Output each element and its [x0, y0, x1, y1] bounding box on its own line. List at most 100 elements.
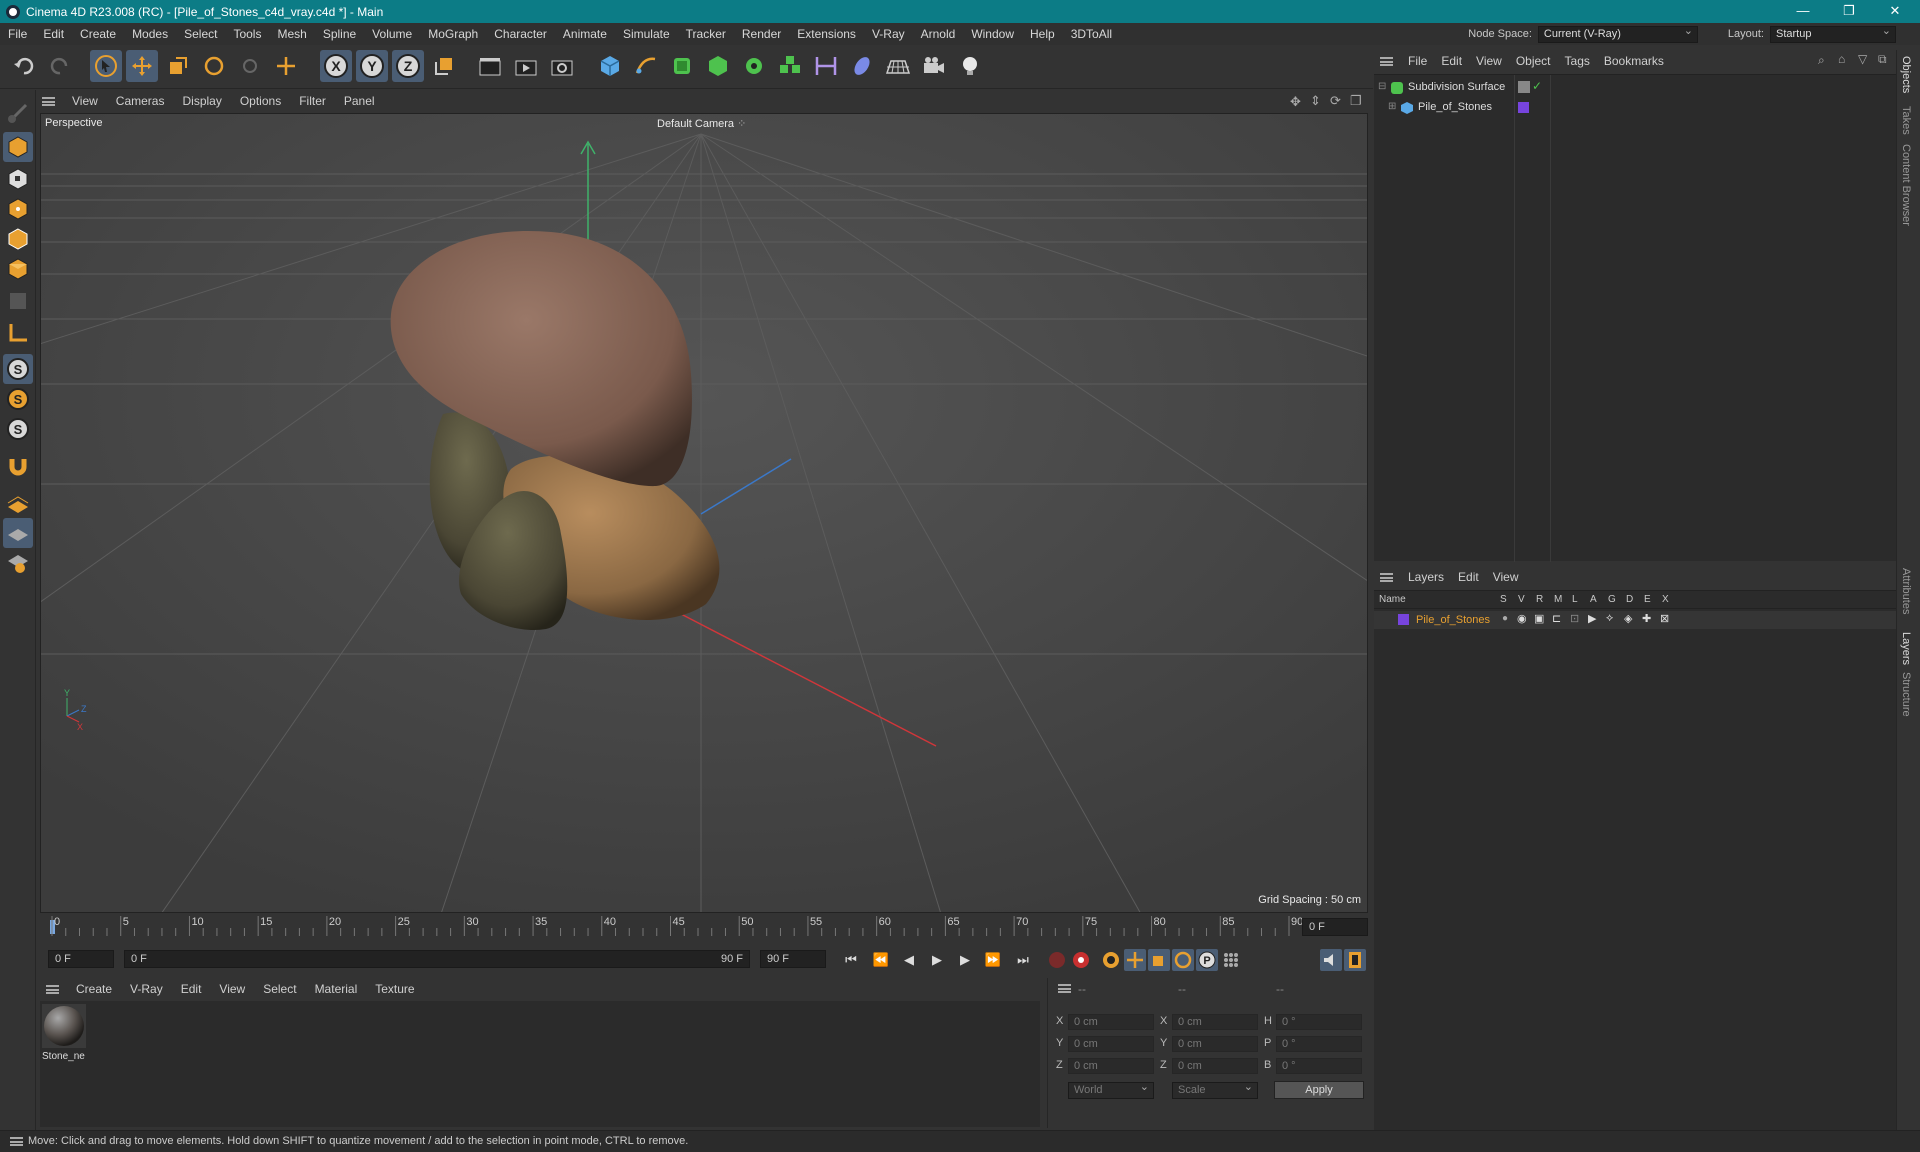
menu-select[interactable]: Select — [176, 23, 225, 45]
rot-h-field[interactable]: 0 ° — [1276, 1014, 1362, 1030]
menu-vray[interactable]: V-Ray — [864, 23, 913, 45]
field-button[interactable] — [846, 50, 878, 82]
layout-dropdown[interactable]: Startup — [1770, 24, 1896, 43]
menu-file[interactable]: File — [0, 23, 35, 45]
polygon-mode-button[interactable] — [3, 254, 33, 284]
menu-render[interactable]: Render — [734, 23, 789, 45]
previous-key-button[interactable]: ⏪ — [870, 949, 892, 971]
minimize-icon[interactable]: — — [1780, 0, 1826, 23]
lock-icon[interactable]: ⊡ — [1570, 612, 1579, 625]
coordinate-system-button[interactable] — [428, 50, 460, 82]
render-to-picture-viewer-button[interactable] — [510, 50, 542, 82]
snap-button[interactable] — [3, 452, 33, 482]
x-axis-button[interactable]: X — [320, 50, 352, 82]
object-row-pile[interactable]: ⊞ Pile_of_Stones — [1374, 99, 1896, 117]
deformers-icon[interactable]: ◈ — [1624, 612, 1632, 625]
position-key-button[interactable] — [1124, 949, 1146, 971]
select-tool-button[interactable] — [90, 50, 122, 82]
z-axis-button[interactable]: Z — [392, 50, 424, 82]
menu-create[interactable]: Create — [72, 23, 124, 45]
layers-hamburger-icon[interactable] — [1380, 572, 1393, 582]
expand-icon[interactable]: ⊞ — [1388, 101, 1396, 112]
menu-spline[interactable]: Spline — [315, 23, 364, 45]
tab-content-browser[interactable]: Content Browser — [1900, 144, 1912, 226]
menu-mesh[interactable]: Mesh — [269, 23, 314, 45]
sound-button[interactable] — [1320, 949, 1342, 971]
menu-window[interactable]: Window — [963, 23, 1022, 45]
go-to-start-button[interactable]: ⏮ — [840, 949, 862, 971]
new-window-icon[interactable]: ⧉ — [1878, 52, 1887, 67]
scale-key-button[interactable] — [1148, 949, 1170, 971]
tab-attributes[interactable]: Attributes — [1900, 568, 1912, 614]
menu-tools[interactable]: Tools — [225, 23, 269, 45]
model-mode-button[interactable] — [3, 132, 33, 162]
solo-off-button[interactable]: S — [3, 414, 33, 444]
y-axis-button[interactable]: Y — [356, 50, 388, 82]
render-icon[interactable]: ▣ — [1534, 612, 1544, 625]
next-frame-button[interactable]: ▶ — [954, 949, 976, 971]
layers-menu-layers[interactable]: Layers — [1401, 570, 1451, 584]
texture-mode-button[interactable] — [3, 164, 33, 194]
layers-menu-edit[interactable]: Edit — [1451, 570, 1486, 584]
previous-frame-button[interactable]: ◀ — [898, 949, 920, 971]
pos-x-field[interactable]: 0 cm — [1068, 1014, 1154, 1030]
apply-button[interactable]: Apply — [1274, 1081, 1364, 1099]
material-menu-edit[interactable]: Edit — [172, 982, 211, 996]
scale-tool-button[interactable] — [162, 50, 194, 82]
viewport-menu-filter[interactable]: Filter — [290, 94, 335, 108]
edge-mode-button[interactable] — [3, 224, 33, 254]
keyframe-selection-button[interactable] — [1100, 949, 1122, 971]
end-frame-field[interactable]: 90 F — [760, 950, 826, 968]
make-editable-button[interactable] — [3, 98, 33, 128]
material-menu-material[interactable]: Material — [306, 982, 367, 996]
menu-animate[interactable]: Animate — [555, 23, 615, 45]
tab-layers[interactable]: Layers — [1900, 632, 1912, 665]
cube-button[interactable] — [594, 50, 626, 82]
frame-range-slider[interactable]: 0 F 90 F — [124, 950, 750, 968]
collapse-icon[interactable]: ⊟ — [1378, 81, 1386, 92]
viewport-menu-options[interactable]: Options — [231, 94, 290, 108]
viewport-pan-icon[interactable]: ✥ — [1290, 94, 1301, 110]
viewport-menu-cameras[interactable]: Cameras — [107, 94, 174, 108]
objects-hamburger-icon[interactable] — [1380, 56, 1393, 66]
viewport-rotate-icon[interactable]: ⟳ — [1330, 93, 1341, 109]
restore-icon[interactable]: ❐ — [1826, 0, 1872, 23]
material-menu-select[interactable]: Select — [254, 982, 305, 996]
viewport-menu-panel[interactable]: Panel — [335, 94, 384, 108]
viewport-move-icon[interactable]: ⇕ — [1310, 93, 1321, 109]
size-z-field[interactable]: 0 cm — [1172, 1058, 1258, 1074]
layer-row[interactable]: Pile_of_Stones ● ◉ ▣ ⊏ ⊡ ▶ ⟡ ◈ ✚ ⊠ — [1374, 611, 1896, 629]
cloner-button[interactable] — [738, 50, 770, 82]
rot-b-field[interactable]: 0 ° — [1276, 1058, 1362, 1074]
objects-menu-edit[interactable]: Edit — [1434, 54, 1469, 68]
viewport-menu-display[interactable]: Display — [173, 94, 230, 108]
menu-volume[interactable]: Volume — [364, 23, 420, 45]
render-settings-button[interactable] — [546, 50, 578, 82]
size-y-field[interactable]: 0 cm — [1172, 1036, 1258, 1052]
material-hamburger-icon[interactable] — [46, 984, 59, 994]
play-button[interactable]: ▶ — [926, 949, 948, 971]
mograph-button[interactable] — [774, 50, 806, 82]
point-level-key-button[interactable] — [1220, 949, 1242, 971]
camera-button[interactable] — [918, 50, 950, 82]
manager-icon[interactable]: ⊏ — [1552, 612, 1561, 625]
visibility-dots-icon[interactable] — [1518, 81, 1530, 93]
menu-character[interactable]: Character — [486, 23, 555, 45]
object-row-subdivision[interactable]: ⊟ Subdivision Surface ✓ — [1374, 79, 1896, 97]
material-swatch[interactable]: Stone_ne — [42, 1004, 86, 1064]
viewport-hamburger-icon[interactable] — [42, 96, 55, 106]
objects-menu-object[interactable]: Object — [1509, 54, 1558, 68]
menu-3dtoall[interactable]: 3DToAll — [1063, 23, 1120, 45]
pen-spline-button[interactable] — [630, 50, 662, 82]
start-frame-field[interactable]: 0 F — [48, 950, 114, 968]
menu-tracker[interactable]: Tracker — [678, 23, 734, 45]
layer-color-swatch[interactable] — [1518, 102, 1529, 113]
transform-mode-dropdown[interactable]: Scale — [1172, 1080, 1258, 1099]
menu-help[interactable]: Help — [1022, 23, 1063, 45]
close-icon[interactable]: ✕ — [1872, 0, 1918, 23]
enabled-check-icon[interactable]: ✓ — [1532, 79, 1542, 93]
pos-y-field[interactable]: 0 cm — [1068, 1036, 1154, 1052]
subdivision-surface-button[interactable] — [666, 50, 698, 82]
expressions-icon[interactable]: ✚ — [1642, 612, 1651, 625]
layer-row-color[interactable] — [1398, 614, 1409, 625]
